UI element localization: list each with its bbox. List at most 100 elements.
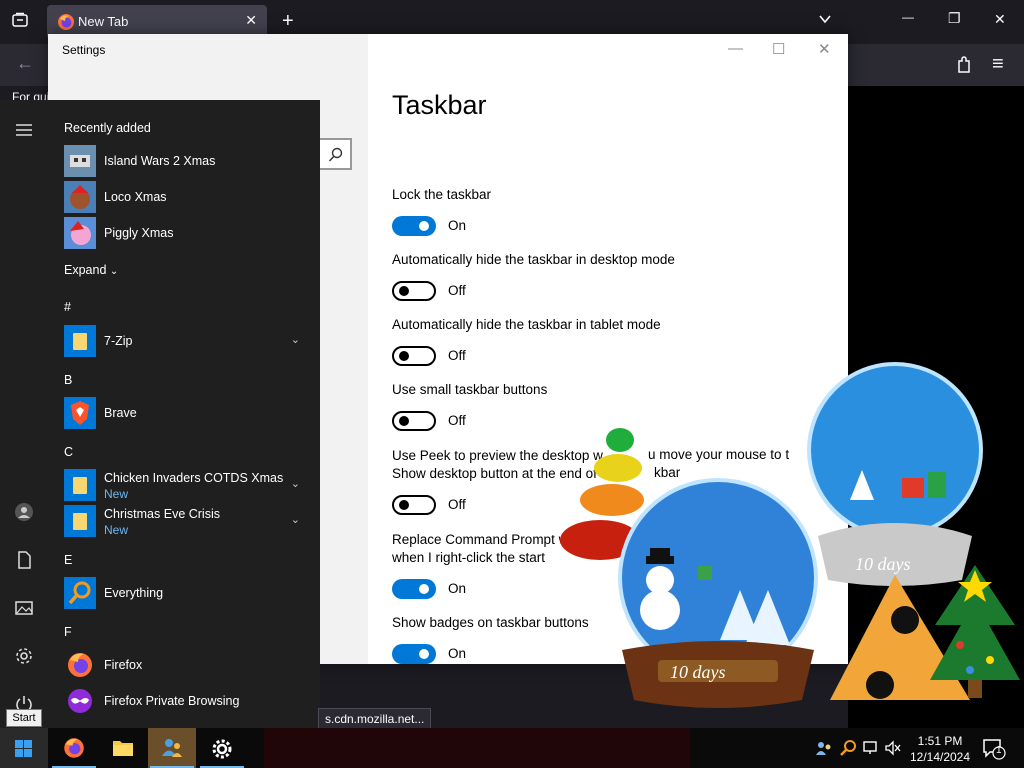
user-account-icon[interactable] [14,502,34,522]
app-everything[interactable]: Everything [64,577,314,609]
close-tab-icon[interactable]: ✕ [245,12,257,29]
hide-desktop-toggle[interactable] [392,281,436,301]
app-loco-xmas[interactable]: Loco Xmas [64,181,314,213]
expand-link[interactable]: Expand ⌄ [64,263,118,277]
start-rail [0,100,48,728]
computer-network-icon[interactable] [862,739,880,757]
pictures-icon[interactable] [14,598,34,618]
christmas-tree-icon [930,565,1020,698]
group-c[interactable]: C [64,445,73,459]
option-lock-taskbar: Lock the taskbar On [392,186,491,236]
app-firefox[interactable]: Firefox [64,649,314,681]
lock-taskbar-toggle[interactable] [392,216,436,236]
notification-count: 1 [996,745,1002,756]
chevron-down-icon: ⌄ [109,266,119,277]
minimize-button[interactable]: — [902,10,914,24]
people-icon [162,739,182,757]
loco-xmas-icon [64,181,96,213]
pizza-tree-icon [830,575,970,700]
brave-icon [64,397,96,429]
chevron-down-icon[interactable]: ⌄ [291,477,300,490]
tab-title: New Tab [78,14,129,29]
taskbar-app-active[interactable] [148,728,196,768]
volume-muted-icon[interactable] [884,739,902,757]
menu-icon[interactable]: ≡ [992,53,1004,76]
hide-tablet-toggle[interactable] [392,346,436,366]
taskbar-desktop-preview [264,728,690,768]
new-tab-button[interactable]: + [282,10,294,33]
tab-overview-icon[interactable] [12,12,28,33]
settings-maximize-button[interactable]: ☐ [772,40,785,58]
christmas-gadgets: 10 days 10 days [560,362,1020,708]
taskbar-settings[interactable] [198,728,246,768]
taskbar [0,728,1024,768]
app-7zip[interactable]: 7-Zip ⌄ [64,325,314,357]
peek-toggle[interactable] [392,495,436,515]
firefox-icon [58,14,74,30]
search-icon [328,147,343,162]
badges-toggle[interactable] [392,644,436,664]
list-tabs-icon[interactable] [818,12,832,31]
action-center-button[interactable]: 1 [982,738,1006,765]
gear-icon [212,739,232,759]
small-buttons-toggle[interactable] [392,411,436,431]
svg-text:10 days: 10 days [670,662,726,682]
app-chicken-invaders[interactable]: Chicken Invaders COTDS Xmas New ⌄ [64,469,314,501]
extensions-icon[interactable] [956,56,972,79]
start-tooltip: Start [6,709,42,727]
system-clock[interactable]: 1:51 PM 12/14/2024 [905,733,975,765]
group-hash[interactable]: # [64,300,71,314]
settings-search-button[interactable] [320,138,352,170]
firefox-icon [68,653,92,677]
clock-date: 12/14/2024 [909,750,971,764]
network-people-icon[interactable] [815,739,833,757]
firefox-icon [64,738,84,758]
notification-icon [983,739,1006,760]
group-e[interactable]: E [64,553,72,567]
snow-globe-left-icon: 10 days [618,478,818,708]
desktop-screen: New Tab ✕ + — ❐ ✕ ← ≡ For qui... Setting… [0,0,1024,768]
documents-icon[interactable] [14,550,34,570]
group-b[interactable]: B [64,373,72,387]
settings-minimize-button[interactable]: — [728,40,743,57]
hamburger-menu-icon[interactable] [14,120,34,140]
taskbar-firefox[interactable] [50,728,98,768]
start-app-list: Recently added Island Wars 2 Xmas Loco X… [48,100,320,728]
search-tray-icon[interactable] [839,739,857,757]
app-piggly-xmas[interactable]: Piggly Xmas [64,217,314,249]
folder-icon [64,325,96,357]
app-brave[interactable]: Brave [64,397,314,429]
snow-globe-right-icon: 10 days [807,362,983,586]
chevron-down-icon[interactable]: ⌄ [291,333,300,346]
everything-search-icon [64,577,96,609]
group-f[interactable]: F [64,625,72,639]
clock-time: 1:51 PM [917,734,963,748]
powershell-toggle[interactable] [392,579,436,599]
option-hide-tablet: Automatically hide the taskbar in tablet… [392,316,661,366]
island-wars-icon [64,145,96,177]
settings-icon[interactable] [14,646,34,666]
folder-icon [113,741,133,756]
close-window-button[interactable]: ✕ [994,11,1006,28]
option-hide-desktop: Automatically hide the taskbar in deskto… [392,251,675,301]
start-button[interactable] [0,728,48,768]
app-christmas-eve-crisis[interactable]: Christmas Eve Crisis New ⌄ [64,505,314,537]
piggly-xmas-icon [64,217,96,249]
app-island-wars[interactable]: Island Wars 2 Xmas [64,145,314,177]
link-status-bar: s.cdn.mozilla.net... [318,708,432,729]
app-firefox-private[interactable]: Firefox Private Browsing [64,685,314,717]
recently-added-header: Recently added [64,121,151,135]
settings-close-button[interactable]: ✕ [818,40,831,58]
folder-icon [64,469,96,501]
firefox-private-icon [68,689,92,713]
option-small-buttons: Use small taskbar buttons Off [392,381,547,431]
back-icon[interactable]: ← [16,53,34,74]
restore-button[interactable]: ❐ [948,10,961,27]
chevron-down-icon[interactable]: ⌄ [291,513,300,526]
folder-icon [64,505,96,537]
settings-window-title: Settings [62,43,106,57]
windows-logo-icon [15,740,32,757]
taskbar-file-explorer[interactable] [99,728,147,768]
svg-text:10 days: 10 days [855,554,911,574]
page-title: Taskbar [392,90,487,120]
